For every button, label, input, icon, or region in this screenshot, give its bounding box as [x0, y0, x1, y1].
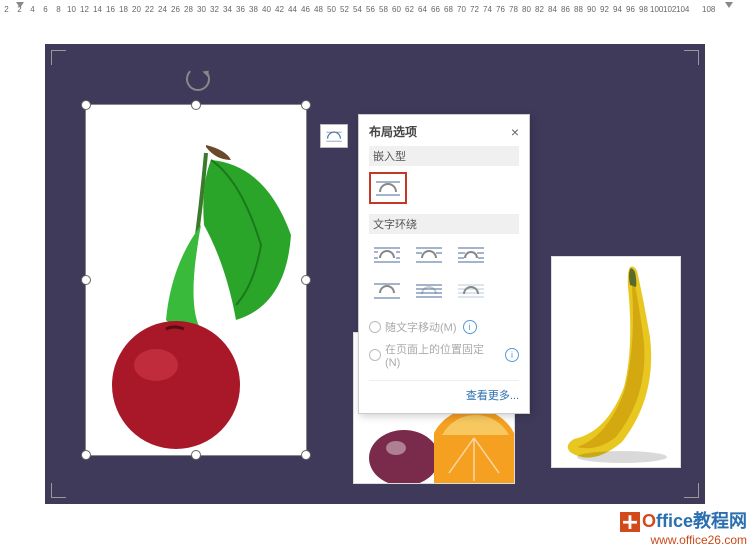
- radio-icon: [369, 349, 381, 361]
- crop-mark-tr: [684, 50, 699, 65]
- resize-handle-s[interactable]: [191, 450, 201, 460]
- wrap-through-icon: [457, 245, 485, 265]
- info-icon[interactable]: i: [463, 320, 477, 334]
- resize-handle-n[interactable]: [191, 100, 201, 110]
- brand-url: www.office26.com: [620, 533, 747, 547]
- info-icon[interactable]: i: [505, 348, 519, 362]
- section-wrap-label: 文字环绕: [369, 214, 519, 234]
- wrap-tight-option[interactable]: [411, 240, 447, 270]
- layout-options-popup: 布局选项 × 嵌入型 文字环绕 随文字移动(M) i 在: [358, 114, 530, 414]
- brand-text: ffice教程网: [656, 511, 747, 531]
- close-icon[interactable]: ×: [511, 124, 519, 140]
- wrap-front-option[interactable]: [453, 276, 489, 306]
- wrap-topbottom-icon: [373, 281, 401, 301]
- selected-image-cherry[interactable]: [85, 104, 307, 456]
- popup-title: 布局选项: [369, 123, 417, 140]
- radio-icon: [369, 321, 381, 333]
- radio-move-with-text[interactable]: 随文字移动(M) i: [369, 316, 519, 338]
- resize-handle-sw[interactable]: [81, 450, 91, 460]
- brand-o: O: [642, 511, 656, 531]
- document-page: 布局选项 × 嵌入型 文字环绕 随文字移动(M) i 在: [45, 44, 705, 504]
- resize-handle-w[interactable]: [81, 275, 91, 285]
- wrap-behind-icon: [415, 281, 443, 301]
- resize-handle-e[interactable]: [301, 275, 311, 285]
- radio-move-label: 随文字移动(M): [385, 319, 457, 335]
- see-more-link[interactable]: 查看更多...: [369, 380, 519, 403]
- wrap-behind-option[interactable]: [411, 276, 447, 306]
- layout-options-icon: [325, 129, 343, 143]
- wrap-topbottom-option[interactable]: [369, 276, 405, 306]
- wrap-through-option[interactable]: [453, 240, 489, 270]
- wrap-tight-icon: [415, 245, 443, 265]
- crop-mark-bl: [51, 483, 66, 498]
- office-logo-icon: [620, 512, 640, 532]
- ruler-indent-left[interactable]: [16, 2, 24, 8]
- wrap-inline-option[interactable]: [369, 172, 407, 204]
- wrap-square-option[interactable]: [369, 240, 405, 270]
- wrap-front-icon: [457, 281, 485, 301]
- banana-illustration: [552, 257, 680, 467]
- watermark: Office教程网 www.office26.com: [620, 507, 747, 547]
- crop-mark-br: [684, 483, 699, 498]
- layout-options-button[interactable]: [320, 124, 348, 148]
- wrap-inline-icon: [374, 178, 402, 198]
- cherry-illustration: [86, 105, 306, 455]
- wrap-square-icon: [373, 245, 401, 265]
- rotate-handle-icon[interactable]: [186, 67, 210, 91]
- resize-handle-nw[interactable]: [81, 100, 91, 110]
- resize-handle-se[interactable]: [301, 450, 311, 460]
- ruler-indent-right[interactable]: [725, 2, 733, 8]
- radio-fixed-position[interactable]: 在页面上的位置固定(N) i: [369, 338, 519, 372]
- crop-mark-tl: [51, 50, 66, 65]
- horizontal-ruler: 2246810121416182022242628303234363840424…: [0, 0, 755, 18]
- section-inline-label: 嵌入型: [369, 146, 519, 166]
- resize-handle-ne[interactable]: [301, 100, 311, 110]
- radio-fixed-label: 在页面上的位置固定(N): [385, 341, 499, 369]
- image-banana[interactable]: [551, 256, 681, 468]
